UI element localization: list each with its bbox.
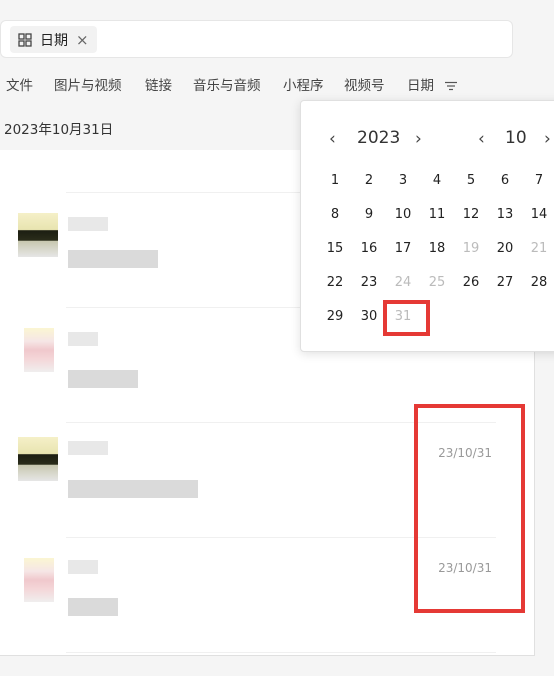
date-header: 2023年10月31日 <box>4 122 114 138</box>
divider <box>66 422 496 423</box>
message-preview <box>68 250 158 268</box>
calendar-day[interactable]: 4 <box>423 173 451 188</box>
message-date: 23/10/31 <box>438 446 492 460</box>
tab-channels[interactable]: 视频号 <box>344 74 385 94</box>
tab-links[interactable]: 链接 <box>145 74 172 94</box>
calendar-day[interactable]: 31 <box>389 309 417 324</box>
calendar-day[interactable]: 8 <box>321 207 349 222</box>
calendar-day[interactable]: 5 <box>457 173 485 188</box>
calendar-day[interactable]: 25 <box>423 275 451 290</box>
message-preview <box>68 598 118 616</box>
calendar-day[interactable]: 20 <box>491 241 519 256</box>
calendar-day[interactable]: 18 <box>423 241 451 256</box>
avatar <box>24 328 54 372</box>
calendar-day[interactable]: 15 <box>321 241 349 256</box>
chip-label: 日期 <box>40 32 68 49</box>
calendar-day[interactable]: 7 <box>525 173 553 188</box>
filter-chip-date[interactable]: 日期 × <box>10 26 97 53</box>
calendar-day[interactable]: 16 <box>355 241 383 256</box>
tab-mini-programs[interactable]: 小程序 <box>283 74 324 94</box>
list-item[interactable]: 23/10/31 <box>0 425 534 535</box>
calendar-day[interactable]: 22 <box>321 275 349 290</box>
calendar-day[interactable]: 12 <box>457 207 485 222</box>
calendar-day[interactable]: 19 <box>457 241 485 256</box>
prev-year-button[interactable]: ‹ <box>329 129 336 149</box>
message-preview <box>68 480 198 498</box>
filter-icon <box>445 81 458 91</box>
tab-images-videos[interactable]: 图片与视频 <box>54 74 122 94</box>
message-preview <box>68 370 138 388</box>
month-label: 10 <box>505 128 527 148</box>
calendar-day[interactable]: 3 <box>389 173 417 188</box>
tab-date[interactable]: 日期 <box>407 74 458 94</box>
prev-month-button[interactable]: ‹ <box>478 129 485 149</box>
contact-name <box>68 332 98 346</box>
avatar <box>18 213 58 257</box>
calendar-day[interactable]: 14 <box>525 207 553 222</box>
divider <box>66 652 496 653</box>
calendar-day[interactable]: 30 <box>355 309 383 324</box>
list-item[interactable]: 23/10/31 <box>0 540 534 650</box>
divider <box>66 537 496 538</box>
calendar-day[interactable]: 10 <box>389 207 417 222</box>
next-year-button[interactable]: › <box>415 129 422 149</box>
date-picker: ‹ 2023 › ‹ 10 › 1 2 3 4 5 6 7 8 9 10 11 12 13 14 15 16 1… <box>300 100 554 352</box>
year-label: 2023 <box>357 128 401 148</box>
avatar <box>18 437 58 481</box>
close-icon[interactable]: × <box>76 31 89 49</box>
calendar-day[interactable]: 26 <box>457 275 485 290</box>
tab-music-audio[interactable]: 音乐与音频 <box>193 74 261 94</box>
calendar-day[interactable]: 1 <box>321 173 349 188</box>
contact-name <box>68 441 108 455</box>
calendar-day[interactable]: 13 <box>491 207 519 222</box>
contact-name <box>68 560 98 574</box>
calendar-day[interactable]: 9 <box>355 207 383 222</box>
next-month-button[interactable]: › <box>544 129 551 149</box>
calendar-day[interactable]: 17 <box>389 241 417 256</box>
message-date: 23/10/31 <box>438 561 492 575</box>
calendar-day[interactable]: 11 <box>423 207 451 222</box>
calendar-day[interactable]: 29 <box>321 309 349 324</box>
tab-files[interactable]: 文件 <box>6 74 33 94</box>
avatar <box>24 558 54 602</box>
calendar-day[interactable]: 6 <box>491 173 519 188</box>
search-bar[interactable]: 日期 × <box>0 20 513 58</box>
calendar-day[interactable]: 28 <box>525 275 553 290</box>
tab-date-label: 日期 <box>407 78 434 94</box>
grid-icon <box>18 32 32 47</box>
calendar-day[interactable]: 27 <box>491 275 519 290</box>
calendar-day[interactable]: 23 <box>355 275 383 290</box>
contact-name <box>68 217 108 231</box>
calendar-day[interactable]: 21 <box>525 241 553 256</box>
calendar-day[interactable]: 24 <box>389 275 417 290</box>
calendar-day[interactable]: 2 <box>355 173 383 188</box>
